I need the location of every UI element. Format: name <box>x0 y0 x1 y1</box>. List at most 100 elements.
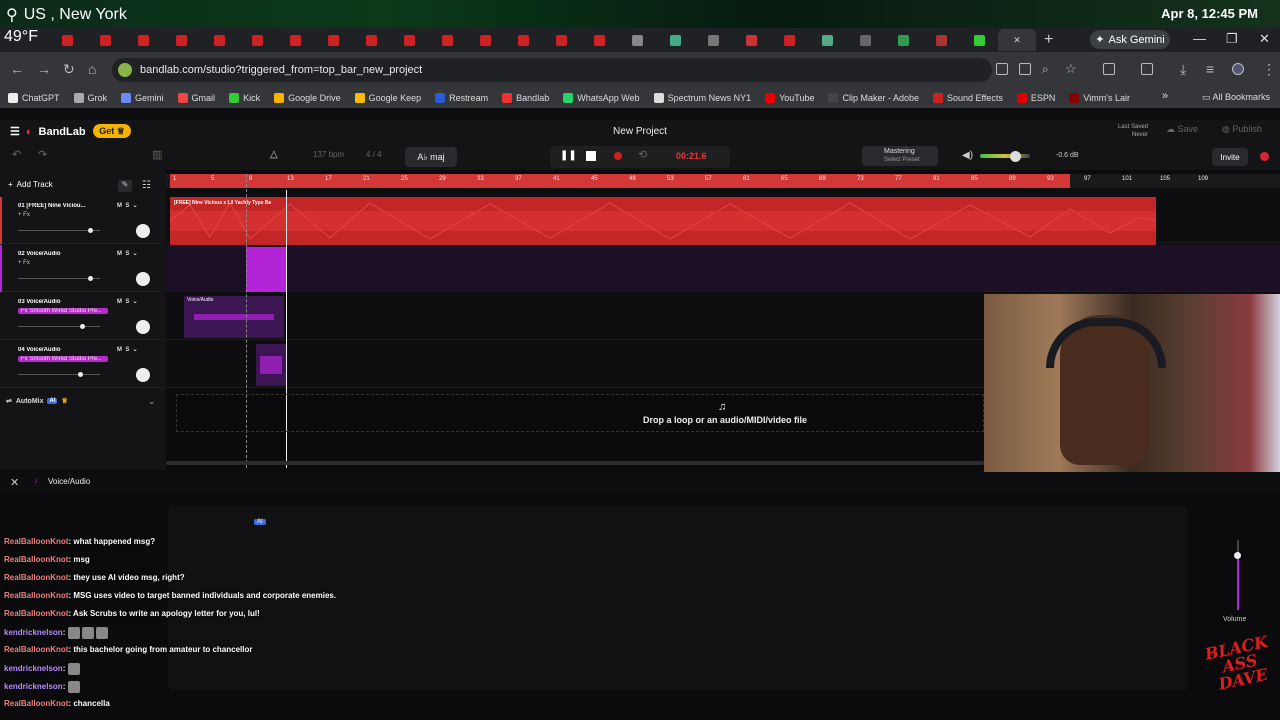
track-fx[interactable]: Fx Smooth Wired Studio Pre... <box>18 356 108 362</box>
close-window-icon[interactable]: ✕ <box>1259 31 1270 47</box>
forward-icon[interactable]: → <box>37 61 51 77</box>
all-bookmarks[interactable]: ▭ All Bookmarks <box>1202 92 1270 103</box>
media-icon[interactable]: ≡ <box>1206 61 1214 77</box>
track-volume-knob[interactable] <box>1234 552 1241 559</box>
pan-knob[interactable] <box>136 224 150 238</box>
browser-tab[interactable] <box>694 29 732 51</box>
site-info-icon[interactable] <box>118 63 132 77</box>
bookmark-bandlab[interactable]: Bandlab <box>502 93 549 103</box>
track-fx[interactable]: + Fx <box>18 212 30 218</box>
redo-icon[interactable]: ↷ <box>38 148 47 161</box>
track-fx[interactable]: Fx Smooth Wired Studio Pre... <box>18 308 108 314</box>
fader-handle[interactable] <box>78 372 83 377</box>
drop-zone[interactable] <box>176 394 984 432</box>
track-header[interactable]: 04 Voice/Audio Fx Smooth Wired Studio Pr… <box>0 341 162 388</box>
track-header[interactable]: 01 [FREE] Nine Viciou... + Fx M S ⌄ <box>0 197 162 244</box>
bandlab-logo[interactable]: ☰ ◐ BandLab <box>10 125 86 139</box>
track-volume-fader[interactable] <box>18 324 100 329</box>
mixer-icon[interactable]: ▥ <box>152 148 162 161</box>
bookmark-google-drive[interactable]: Google Drive <box>274 93 341 103</box>
bookmark-spectrum-news[interactable]: Spectrum News NY1 <box>653 93 751 103</box>
mute-solo[interactable]: M S ⌄ <box>117 346 138 353</box>
browser-tab[interactable] <box>732 29 770 51</box>
browser-tab[interactable] <box>808 29 846 51</box>
track-header[interactable]: 03 Voice/Audio Fx Smooth Wired Studio Pr… <box>0 293 162 340</box>
bookmark-restream[interactable]: Restream <box>435 93 488 103</box>
bookmark-gmail[interactable]: Gmail <box>177 93 215 103</box>
close-icon[interactable]: ✕ <box>10 476 19 489</box>
time-signature-field[interactable]: 4 / 4 <box>366 150 382 159</box>
bookmark-google-keep[interactable]: Google Keep <box>354 93 421 103</box>
track-volume-fader[interactable] <box>18 228 100 233</box>
extensions-icon[interactable] <box>1103 63 1115 75</box>
bookmark-espn[interactable]: ESPN <box>1016 93 1055 103</box>
stop-icon[interactable] <box>586 151 596 161</box>
metronome-icon[interactable]: △ <box>270 149 278 160</box>
close-icon[interactable]: ✕ <box>1013 35 1021 46</box>
pan-knob[interactable] <box>136 272 150 286</box>
browser-tab[interactable] <box>618 29 656 51</box>
track-volume-fader[interactable] <box>18 372 100 377</box>
browser-tab[interactable] <box>884 29 922 51</box>
sidepanel-icon[interactable] <box>1141 63 1153 75</box>
browser-tab[interactable] <box>48 29 86 51</box>
browser-tab[interactable] <box>276 29 314 51</box>
undo-icon[interactable]: ↶ <box>12 148 21 161</box>
browser-tab[interactable] <box>922 29 960 51</box>
horizontal-scrollbar[interactable] <box>166 461 984 465</box>
bookmark-chatgpt[interactable]: ChatGPT <box>8 93 60 103</box>
master-volume-slider[interactable] <box>980 154 1030 158</box>
browser-tab[interactable] <box>656 29 694 51</box>
track-volume-fader[interactable] <box>18 276 100 281</box>
bookmark-gemini[interactable]: Gemini <box>121 93 164 103</box>
browser-tab[interactable] <box>542 29 580 51</box>
key-selector[interactable]: A♭ maj <box>405 147 457 167</box>
track-lane[interactable] <box>166 245 1280 292</box>
new-tab-button[interactable]: + <box>1044 31 1053 49</box>
pause-icon[interactable]: ❚❚ <box>560 150 577 161</box>
mute-solo[interactable]: M S ⌄ <box>117 250 138 257</box>
bookmark-vimms-lair[interactable]: Vimm's Lair <box>1069 93 1130 103</box>
browser-tab-active[interactable]: ✕ <box>998 29 1036 51</box>
browser-tab[interactable] <box>162 29 200 51</box>
reading-mode-icon[interactable] <box>996 63 1008 75</box>
bookmark-whatsapp[interactable]: WhatsApp Web <box>563 93 640 103</box>
invite-button[interactable]: Invite <box>1212 148 1248 166</box>
audio-clip-voice[interactable] <box>256 344 286 386</box>
speaker-icon[interactable]: ◀) <box>962 150 973 161</box>
record-icon[interactable] <box>614 152 622 160</box>
browser-tab[interactable] <box>86 29 124 51</box>
browser-tab[interactable] <box>770 29 808 51</box>
mute-solo[interactable]: M S ⌄ <box>117 202 138 209</box>
more-bookmarks-icon[interactable]: » <box>1162 90 1168 102</box>
zoom-icon[interactable]: ⌕ <box>1042 62 1049 77</box>
pan-knob[interactable] <box>136 368 150 382</box>
notification-bell-icon[interactable] <box>1260 152 1269 161</box>
pencil-tool-icon[interactable]: ✎ <box>118 180 132 192</box>
back-icon[interactable]: ← <box>10 61 24 77</box>
publish-button[interactable]: ◍ Publish <box>1222 124 1262 135</box>
track-fx[interactable]: + Fx <box>18 260 30 266</box>
bookmark-grok[interactable]: Grok <box>73 93 107 103</box>
bookmark-sound-effects[interactable]: Sound Effects <box>933 93 1003 103</box>
chevron-down-icon[interactable]: ⌄ <box>148 396 156 407</box>
audio-clip-voice[interactable] <box>246 247 286 292</box>
mastering-button[interactable]: Mastering Select Preset <box>862 146 938 166</box>
profile-avatar[interactable] <box>1232 63 1244 75</box>
ask-gemini-button[interactable]: ✦ Ask Gemini <box>1090 30 1170 49</box>
loop-icon[interactable]: ⟲ <box>638 148 647 161</box>
browser-tab[interactable] <box>352 29 390 51</box>
browser-tab[interactable] <box>428 29 466 51</box>
reload-icon[interactable]: ↻ <box>63 61 75 78</box>
browser-tab[interactable] <box>504 29 542 51</box>
download-icon[interactable]: ⤓ <box>1180 61 1186 78</box>
bookmark-youtube[interactable]: YouTube <box>765 93 814 103</box>
automix-row[interactable]: ⇌ AutoMix AI ♕ <box>6 397 68 406</box>
bookmark-clip-maker[interactable]: Clip Maker - Adobe <box>828 93 919 103</box>
add-track-button[interactable]: + Add Track <box>8 180 53 189</box>
maximize-icon[interactable]: ❐ <box>1226 31 1238 47</box>
browser-tab[interactable] <box>466 29 504 51</box>
browser-tab[interactable] <box>124 29 162 51</box>
minimize-icon[interactable]: — <box>1193 31 1206 46</box>
browser-tab[interactable] <box>390 29 428 51</box>
